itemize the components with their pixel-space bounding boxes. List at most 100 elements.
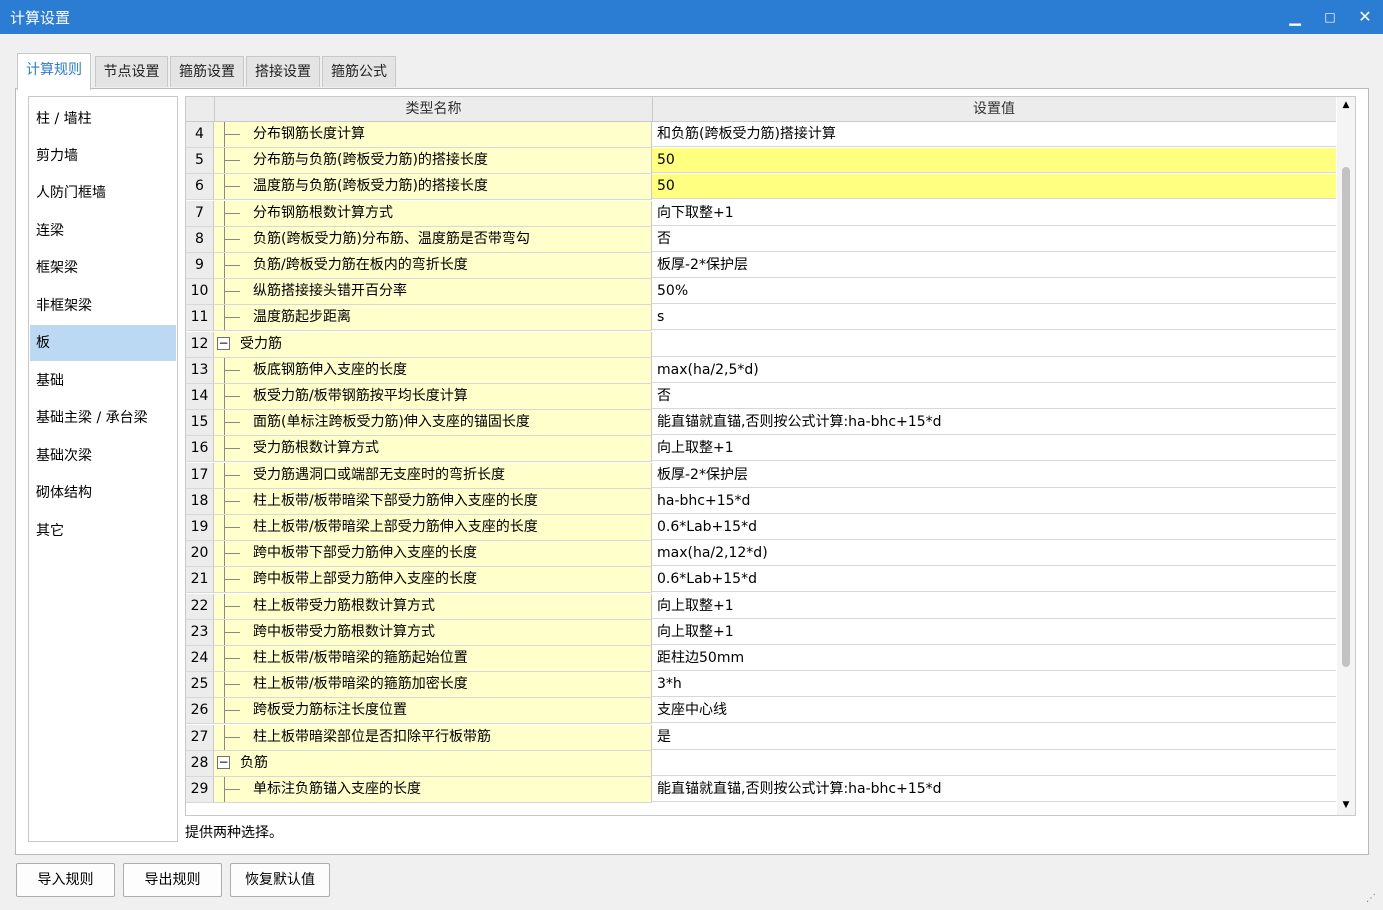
type-name-cell[interactable]: 负筋(跨板受力筋)分布筋、温度筋是否带弯勾: [214, 227, 652, 253]
type-name-cell[interactable]: 柱上板带暗梁部位是否扣除平行板带筋: [214, 725, 652, 751]
type-name-cell[interactable]: 负筋/跨板受力筋在板内的弯折长度: [214, 253, 652, 279]
restore-defaults-button[interactable]: 恢复默认值: [230, 863, 330, 897]
table-row[interactable]: 17 受力筋遇洞口或端部无支座时的弯折长度 板厚-2*保护层: [186, 463, 1336, 489]
setting-value-cell[interactable]: [652, 751, 1336, 776]
setting-value-cell[interactable]: 0.6*Lab+15*d: [652, 567, 1336, 592]
sidebar-item-other[interactable]: 其它: [30, 513, 176, 549]
table-row[interactable]: 6 温度筋与负筋(跨板受力筋)的搭接长度 50: [186, 174, 1336, 200]
type-name-cell[interactable]: 单标注负筋锚入支座的长度: [214, 777, 652, 803]
setting-value-cell[interactable]: 能直锚就直锚,否则按公式计算:ha-bhc+15*d: [652, 777, 1336, 802]
type-name-cell[interactable]: 跨中板带受力筋根数计算方式: [214, 620, 652, 646]
table-row[interactable]: 23 跨中板带受力筋根数计算方式 向上取整+1: [186, 620, 1336, 646]
tab-calc-rules[interactable]: 计算规则: [17, 53, 91, 90]
setting-value-cell[interactable]: 向上取整+1: [652, 594, 1336, 619]
setting-value-cell[interactable]: 否: [652, 227, 1336, 252]
setting-value-cell[interactable]: 向上取整+1: [652, 436, 1336, 461]
type-name-cell[interactable]: 面筋(单标注跨板受力筋)伸入支座的锚固长度: [214, 410, 652, 436]
setting-value-cell[interactable]: ha-bhc+15*d: [652, 489, 1336, 514]
setting-value-cell[interactable]: [652, 332, 1336, 357]
type-name-cell[interactable]: 分布钢筋长度计算: [214, 122, 652, 148]
setting-value-cell[interactable]: 是: [652, 725, 1336, 750]
sidebar-item-non-frame-beam[interactable]: 非框架梁: [30, 288, 176, 324]
type-name-cell[interactable]: 柱上板带受力筋根数计算方式: [214, 594, 652, 620]
setting-value-cell[interactable]: 板厚-2*保护层: [652, 463, 1336, 488]
type-name-cell[interactable]: 柱上板带/板带暗梁下部受力筋伸入支座的长度: [214, 489, 652, 515]
column-header-type-name[interactable]: 类型名称: [214, 97, 653, 121]
table-row[interactable]: 25 柱上板带/板带暗梁的箍筋加密长度 3*h: [186, 672, 1336, 698]
table-row[interactable]: 20 跨中板带下部受力筋伸入支座的长度 max(ha/2,12*d): [186, 541, 1336, 567]
table-row[interactable]: 4 分布钢筋长度计算 和负筋(跨板受力筋)搭接计算: [186, 122, 1336, 148]
type-name-cell[interactable]: 跨板受力筋标注长度位置: [214, 698, 652, 724]
type-name-cell[interactable]: − 负筋: [214, 751, 652, 777]
setting-value-cell[interactable]: 向上取整+1: [652, 620, 1336, 645]
setting-value-cell[interactable]: 能直锚就直锚,否则按公式计算:ha-bhc+15*d: [652, 410, 1336, 435]
setting-value-cell[interactable]: 支座中心线: [652, 698, 1336, 723]
table-row[interactable]: 9 负筋/跨板受力筋在板内的弯折长度 板厚-2*保护层: [186, 253, 1336, 279]
setting-value-cell[interactable]: 50: [652, 148, 1336, 173]
type-name-cell[interactable]: 板受力筋/板带钢筋按平均长度计算: [214, 384, 652, 410]
type-name-cell[interactable]: 温度筋与负筋(跨板受力筋)的搭接长度: [214, 174, 652, 200]
setting-value-cell[interactable]: max(ha/2,12*d): [652, 541, 1336, 566]
table-row[interactable]: 13 板底钢筋伸入支座的长度 max(ha/2,5*d): [186, 358, 1336, 384]
table-row[interactable]: 22 柱上板带受力筋根数计算方式 向上取整+1: [186, 594, 1336, 620]
setting-value-cell[interactable]: 和负筋(跨板受力筋)搭接计算: [652, 122, 1336, 147]
table-row[interactable]: 14 板受力筋/板带钢筋按平均长度计算 否: [186, 384, 1336, 410]
sidebar-item-masonry[interactable]: 砌体结构: [30, 475, 176, 511]
sidebar-item-foundation-main-beam[interactable]: 基础主梁 / 承台梁: [30, 400, 176, 436]
tab-node-settings[interactable]: 节点设置: [95, 56, 168, 87]
sidebar-item-frame-beam[interactable]: 框架梁: [30, 250, 176, 286]
table-row[interactable]: 26 跨板受力筋标注长度位置 支座中心线: [186, 698, 1336, 724]
setting-value-cell[interactable]: 50%: [652, 279, 1336, 304]
type-name-cell[interactable]: 分布筋与负筋(跨板受力筋)的搭接长度: [214, 148, 652, 174]
type-name-cell[interactable]: 跨中板带上部受力筋伸入支座的长度: [214, 567, 652, 593]
setting-value-cell[interactable]: 向下取整+1: [652, 201, 1336, 226]
table-row[interactable]: 5 分布筋与负筋(跨板受力筋)的搭接长度 50: [186, 148, 1336, 174]
table-row[interactable]: 16 受力筋根数计算方式 向上取整+1: [186, 436, 1336, 462]
table-row[interactable]: 18 柱上板带/板带暗梁下部受力筋伸入支座的长度 ha-bhc+15*d: [186, 489, 1336, 515]
type-name-cell[interactable]: 板底钢筋伸入支座的长度: [214, 358, 652, 384]
vertical-scrollbar[interactable]: ▲ ▼: [1337, 97, 1355, 815]
setting-value-cell[interactable]: 否: [652, 384, 1336, 409]
type-name-cell[interactable]: 柱上板带/板带暗梁的箍筋起始位置: [214, 646, 652, 672]
import-rules-button[interactable]: 导入规则: [16, 863, 115, 897]
setting-value-cell[interactable]: 0.6*Lab+15*d: [652, 515, 1336, 540]
scroll-thumb[interactable]: [1342, 167, 1350, 667]
type-name-cell[interactable]: 柱上板带/板带暗梁上部受力筋伸入支座的长度: [214, 515, 652, 541]
table-row[interactable]: 7 分布钢筋根数计算方式 向下取整+1: [186, 201, 1336, 227]
type-name-cell[interactable]: 受力筋根数计算方式: [214, 436, 652, 462]
table-row[interactable]: 27 柱上板带暗梁部位是否扣除平行板带筋 是: [186, 725, 1336, 751]
close-icon[interactable]: ✕: [1348, 0, 1382, 34]
sidebar-item-foundation[interactable]: 基础: [30, 363, 176, 399]
scroll-down-icon[interactable]: ▼: [1337, 797, 1355, 813]
sidebar-item-slab[interactable]: 板: [30, 325, 176, 361]
type-name-cell[interactable]: − 受力筋: [214, 332, 652, 358]
table-row[interactable]: 10 纵筋搭接接头错开百分率 50%: [186, 279, 1336, 305]
tab-stirrup-settings[interactable]: 箍筋设置: [170, 56, 244, 87]
type-name-cell[interactable]: 纵筋搭接接头错开百分率: [214, 279, 652, 305]
setting-value-cell[interactable]: 50: [652, 174, 1336, 199]
setting-value-cell[interactable]: 板厚-2*保护层: [652, 253, 1336, 278]
collapse-icon[interactable]: −: [217, 337, 230, 350]
table-row[interactable]: 8 负筋(跨板受力筋)分布筋、温度筋是否带弯勾 否: [186, 227, 1336, 253]
type-name-cell[interactable]: 温度筋起步距离: [214, 305, 652, 331]
type-name-cell[interactable]: 受力筋遇洞口或端部无支座时的弯折长度: [214, 463, 652, 489]
group-row[interactable]: 28− 负筋: [186, 751, 1336, 777]
column-header-setting-value[interactable]: 设置值: [652, 97, 1336, 121]
group-row[interactable]: 12− 受力筋: [186, 332, 1336, 358]
tab-lap-settings[interactable]: 搭接设置: [246, 56, 320, 87]
sidebar-item-civil-defense-wall[interactable]: 人防门框墙: [30, 175, 176, 211]
setting-value-cell[interactable]: 距柱边50mm: [652, 646, 1336, 671]
sidebar-item-foundation-secondary-beam[interactable]: 基础次梁: [30, 438, 176, 474]
sidebar-item-shear-wall[interactable]: 剪力墙: [30, 138, 176, 174]
type-name-cell[interactable]: 柱上板带/板带暗梁的箍筋加密长度: [214, 672, 652, 698]
export-rules-button[interactable]: 导出规则: [123, 863, 222, 897]
table-row[interactable]: 24 柱上板带/板带暗梁的箍筋起始位置 距柱边50mm: [186, 646, 1336, 672]
maximize-icon[interactable]: □: [1313, 0, 1347, 34]
table-row[interactable]: 19 柱上板带/板带暗梁上部受力筋伸入支座的长度 0.6*Lab+15*d: [186, 515, 1336, 541]
resize-grip-icon[interactable]: ⋰: [1366, 893, 1376, 904]
type-name-cell[interactable]: 跨中板带下部受力筋伸入支座的长度: [214, 541, 652, 567]
setting-value-cell[interactable]: s: [652, 305, 1336, 330]
scroll-up-icon[interactable]: ▲: [1337, 97, 1355, 113]
setting-value-cell[interactable]: max(ha/2,5*d): [652, 358, 1336, 383]
tab-stirrup-formula[interactable]: 箍筋公式: [322, 56, 396, 87]
